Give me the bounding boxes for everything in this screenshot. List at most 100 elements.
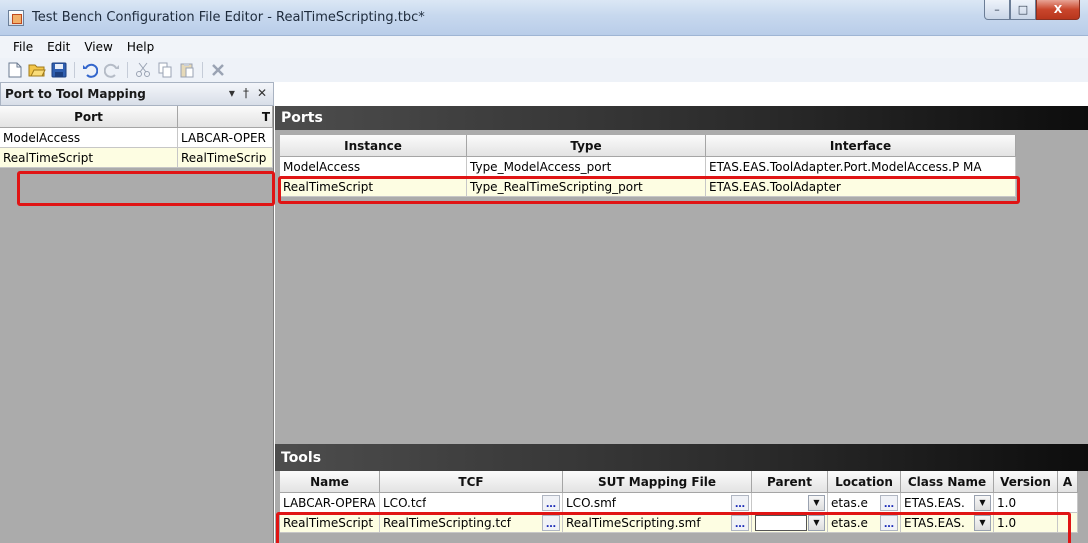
class-name-dropdown-icon[interactable]: ▼: [974, 514, 991, 531]
close-button[interactable]: X: [1036, 0, 1080, 20]
instance-cell[interactable]: ModelAccess: [280, 157, 467, 177]
paste-icon[interactable]: [177, 60, 197, 80]
toolbar-separator: [74, 62, 75, 78]
location-cell[interactable]: etas.e …: [828, 493, 901, 513]
column-header-tool[interactable]: T: [178, 106, 273, 128]
tools-panel: Name TCF SUT Mapping File Parent Locatio…: [275, 471, 1088, 543]
sut-cell[interactable]: LCO.smf …: [563, 493, 752, 513]
column-header-sut-mapping-file[interactable]: SUT Mapping File: [563, 471, 752, 493]
instance-cell[interactable]: RealTimeScript: [280, 177, 467, 197]
browse-tcf-button[interactable]: …: [542, 494, 560, 511]
parent-cell[interactable]: ▼: [752, 513, 828, 533]
left-panel-header: Port to Tool Mapping ▾ † ✕: [0, 82, 274, 106]
title-bar: Test Bench Configuration File Editor - R…: [0, 0, 1088, 36]
left-panel-title: Port to Tool Mapping: [5, 87, 146, 101]
tcf-text: RealTimeScripting.tcf: [383, 515, 511, 530]
window-title: Test Bench Configuration File Editor - R…: [32, 10, 425, 25]
type-cell[interactable]: Type_ModelAccess_port: [467, 157, 706, 177]
class-name-text: ETAS.EAS.: [904, 495, 965, 510]
column-header-location[interactable]: Location: [828, 471, 901, 493]
parent-dropdown-icon[interactable]: ▼: [808, 494, 825, 511]
interface-cell[interactable]: ETAS.EAS.ToolAdapter: [706, 177, 1016, 197]
column-header-class-name[interactable]: Class Name: [901, 471, 994, 493]
interface-cell[interactable]: ETAS.EAS.ToolAdapter.Port.ModelAccess.P …: [706, 157, 1016, 177]
column-header-version[interactable]: Version: [994, 471, 1058, 493]
tcf-cell[interactable]: RealTimeScripting.tcf …: [380, 513, 563, 533]
toolbar-separator: [202, 62, 203, 78]
port-to-tool-mapping-panel: Port T ModelAccess LABCAR-OPER RealTimeS…: [0, 106, 274, 543]
menu-help[interactable]: Help: [120, 40, 161, 54]
table-row[interactable]: RealTimeScript Type_RealTimeScripting_po…: [280, 177, 1016, 197]
open-folder-icon[interactable]: [27, 60, 47, 80]
port-cell[interactable]: ModelAccess: [0, 128, 178, 148]
delete-icon[interactable]: [208, 60, 228, 80]
column-header-tcf[interactable]: TCF: [380, 471, 563, 493]
browse-sut-button[interactable]: …: [731, 494, 749, 511]
undo-icon[interactable]: [80, 60, 100, 80]
column-header-port[interactable]: Port: [0, 106, 178, 128]
class-name-text: ETAS.EAS.: [904, 515, 965, 530]
menu-view[interactable]: View: [77, 40, 119, 54]
a-cell[interactable]: [1058, 493, 1078, 513]
copy-icon[interactable]: [155, 60, 175, 80]
class-name-cell[interactable]: ETAS.EAS. ▼: [901, 513, 994, 533]
column-header-parent[interactable]: Parent: [752, 471, 828, 493]
panel-dropdown-icon[interactable]: ▾: [229, 86, 235, 100]
toolbar-separator: [127, 62, 128, 78]
ports-panel: Instance Type Interface ModelAccess Type…: [275, 130, 1088, 444]
minimize-button[interactable]: –: [984, 0, 1010, 20]
version-cell[interactable]: 1.0: [994, 493, 1058, 513]
column-header-a[interactable]: A: [1058, 471, 1078, 493]
tool-cell[interactable]: RealTimeScrip: [178, 148, 273, 168]
class-name-cell[interactable]: ETAS.EAS. ▼: [901, 493, 994, 513]
save-icon[interactable]: [49, 60, 69, 80]
sut-cell[interactable]: RealTimeScripting.smf …: [563, 513, 752, 533]
window-controls: – □ X: [984, 0, 1080, 21]
location-text: etas.e: [831, 515, 868, 530]
column-header-instance[interactable]: Instance: [280, 135, 467, 157]
column-header-name[interactable]: Name: [280, 471, 380, 493]
tool-name-cell[interactable]: RealTimeScript: [280, 513, 380, 533]
maximize-button[interactable]: □: [1010, 0, 1036, 20]
toolbar: [0, 58, 1088, 82]
port-mapping-grid: Port T ModelAccess LABCAR-OPER RealTimeS…: [0, 106, 273, 168]
table-row[interactable]: LABCAR-OPERA LCO.tcf … LCO.smf … ▼ etas.e ……: [280, 493, 1078, 513]
redo-icon[interactable]: [102, 60, 122, 80]
cut-icon[interactable]: [133, 60, 153, 80]
menu-file[interactable]: File: [6, 40, 40, 54]
parent-cell[interactable]: ▼: [752, 493, 828, 513]
menu-bar: File Edit View Help: [0, 36, 1088, 58]
tools-section-title: Tools: [275, 444, 1088, 471]
class-name-dropdown-icon[interactable]: ▼: [974, 494, 991, 511]
new-file-icon[interactable]: [5, 60, 25, 80]
location-text: etas.e: [831, 495, 868, 510]
table-row[interactable]: ModelAccess LABCAR-OPER: [0, 128, 273, 148]
column-header-interface[interactable]: Interface: [706, 135, 1016, 157]
sut-text: LCO.smf: [566, 495, 617, 510]
pin-icon[interactable]: †: [243, 86, 249, 100]
table-row[interactable]: RealTimeScript RealTimeScrip: [0, 148, 273, 168]
a-cell[interactable]: [1058, 513, 1078, 533]
parent-dropdown-icon[interactable]: ▼: [808, 514, 825, 531]
menu-edit[interactable]: Edit: [40, 40, 77, 54]
tool-name-cell[interactable]: LABCAR-OPERA: [280, 493, 380, 513]
parent-combobox[interactable]: [755, 514, 807, 531]
browse-location-button[interactable]: …: [880, 514, 898, 531]
location-cell[interactable]: etas.e …: [828, 513, 901, 533]
browse-location-button[interactable]: …: [880, 494, 898, 511]
tcf-cell[interactable]: LCO.tcf …: [380, 493, 563, 513]
tcf-text: LCO.tcf: [383, 495, 427, 510]
ports-section-title: Ports: [275, 106, 1088, 130]
table-row[interactable]: RealTimeScript RealTimeScripting.tcf … Re…: [280, 513, 1078, 533]
table-row[interactable]: ModelAccess Type_ModelAccess_port ETAS.E…: [280, 157, 1016, 177]
browse-sut-button[interactable]: …: [731, 514, 749, 531]
port-cell[interactable]: RealTimeScript: [0, 148, 178, 168]
tool-cell[interactable]: LABCAR-OPER: [178, 128, 273, 148]
sut-text: RealTimeScripting.smf: [566, 515, 701, 530]
column-header-type[interactable]: Type: [467, 135, 706, 157]
type-cell[interactable]: Type_RealTimeScripting_port: [467, 177, 706, 197]
browse-tcf-button[interactable]: …: [542, 514, 560, 531]
panel-close-icon[interactable]: ✕: [257, 86, 267, 100]
tools-grid: Name TCF SUT Mapping File Parent Locatio…: [280, 471, 1078, 533]
version-cell[interactable]: 1.0: [994, 513, 1058, 533]
